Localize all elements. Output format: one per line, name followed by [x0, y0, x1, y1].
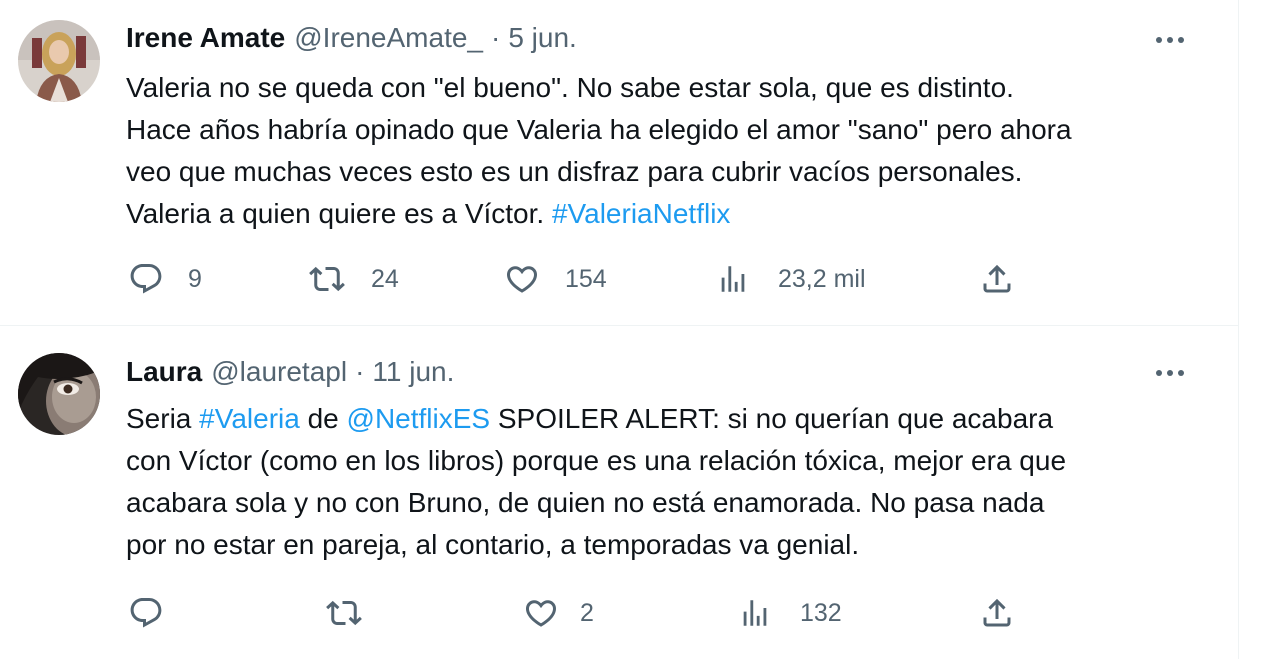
- views-icon: [721, 266, 745, 292]
- tweet-text-line: con Víctor (como en los libros) porque e…: [126, 440, 1216, 482]
- text-segment: Seria: [126, 403, 200, 434]
- text-segment: Valeria no se queda con "el bueno". No s…: [126, 72, 1014, 103]
- user-handle[interactable]: @lauretapl: [211, 356, 347, 388]
- tweet-date[interactable]: 5 jun.: [508, 22, 577, 54]
- retweet-icon: [326, 600, 362, 626]
- tweet-text: Valeria no se queda con "el bueno". No s…: [126, 67, 1216, 235]
- separator-dot: ·: [491, 22, 501, 53]
- like-icon: [506, 266, 538, 293]
- tweet[interactable]: Laura @lauretapl · 11 jun. Seria #Valeri…: [0, 326, 1238, 659]
- like-button[interactable]: 2: [522, 593, 594, 633]
- action-bar: 2 132: [0, 593, 1238, 633]
- views-count: 23,2 mil: [778, 264, 866, 293]
- tweet-text-line: por no estar en pareja, al contario, a t…: [126, 524, 1216, 566]
- tweet-text-line: Valeria no se queda con "el bueno". No s…: [126, 67, 1216, 109]
- text-segment: de: [299, 403, 347, 434]
- more-icon[interactable]: [1152, 361, 1188, 385]
- reply-button[interactable]: [128, 593, 188, 633]
- right-margin: [1239, 0, 1280, 659]
- tweet-text-line: veo que muchas veces esto es un disfraz …: [126, 151, 1216, 193]
- separator-dot: ·: [355, 356, 365, 387]
- like-count: 2: [580, 598, 594, 627]
- retweet-count: 24: [371, 264, 399, 293]
- retweet-button[interactable]: [324, 593, 388, 633]
- hashtag-link[interactable]: #ValeriaNetflix: [552, 198, 730, 229]
- avatar[interactable]: [18, 353, 100, 435]
- retweet-button[interactable]: 24: [307, 259, 399, 299]
- mention-link[interactable]: @NetflixES: [347, 403, 491, 434]
- reply-icon: [130, 264, 162, 294]
- views-button[interactable]: 132: [738, 593, 842, 633]
- share-icon: [983, 264, 1011, 293]
- timeline: Irene Amate @IreneAmate_ · 5 jun. Valeri…: [0, 0, 1239, 659]
- views-button[interactable]: 23,2 mil: [716, 259, 866, 299]
- text-segment: Hace años habría opinado que Valeria ha …: [126, 114, 1072, 145]
- user-handle[interactable]: @IreneAmate_: [294, 22, 483, 54]
- like-count: 154: [565, 264, 607, 293]
- display-name[interactable]: Irene Amate: [126, 22, 285, 54]
- avatar[interactable]: [18, 20, 100, 102]
- text-segment: acabara sola y no con Bruno, de quien no…: [126, 487, 1045, 518]
- text-segment: Valeria a quien quiere es a Víctor.: [126, 198, 552, 229]
- reply-count: 9: [188, 264, 202, 293]
- text-segment: con Víctor (como en los libros) porque e…: [126, 445, 1067, 476]
- tweet-text-line: acabara sola y no con Bruno, de quien no…: [126, 482, 1216, 524]
- reply-icon: [130, 598, 162, 628]
- text-segment: SPOILER ALERT: si no querían que acabara: [490, 403, 1054, 434]
- text-segment: por no estar en pareja, al contario, a t…: [126, 529, 860, 560]
- reply-button[interactable]: 9: [128, 259, 202, 299]
- text-segment: veo que muchas veces esto es un disfraz …: [126, 156, 1023, 187]
- views-count: 132: [800, 598, 842, 627]
- retweet-icon: [309, 266, 345, 292]
- views-icon: [743, 600, 767, 626]
- tweet-text: Seria #Valeria de @NetflixES SPOILER ALE…: [126, 398, 1216, 566]
- like-icon: [525, 600, 557, 627]
- display-name[interactable]: Laura: [126, 356, 202, 388]
- tweet-text-line: Hace años habría opinado que Valeria ha …: [126, 109, 1216, 151]
- tweet[interactable]: Irene Amate @IreneAmate_ · 5 jun. Valeri…: [0, 0, 1238, 326]
- action-bar: 9 24 154 23,2 mil: [0, 259, 1238, 299]
- tweet-header: Laura @lauretapl · 11 jun.: [126, 356, 454, 390]
- share-button[interactable]: [979, 593, 1015, 633]
- tweet-date[interactable]: 11 jun.: [372, 356, 454, 388]
- share-icon: [983, 598, 1011, 627]
- hashtag-link[interactable]: #Valeria: [199, 403, 300, 434]
- more-icon[interactable]: [1152, 28, 1188, 52]
- tweet-text-line: Seria #Valeria de @NetflixES SPOILER ALE…: [126, 398, 1216, 440]
- tweet-text-line: Valeria a quien quiere es a Víctor. #Val…: [126, 193, 1216, 235]
- tweet-header: Irene Amate @IreneAmate_ · 5 jun.: [126, 22, 577, 56]
- like-button[interactable]: 154: [503, 259, 607, 299]
- share-button[interactable]: [979, 259, 1015, 299]
